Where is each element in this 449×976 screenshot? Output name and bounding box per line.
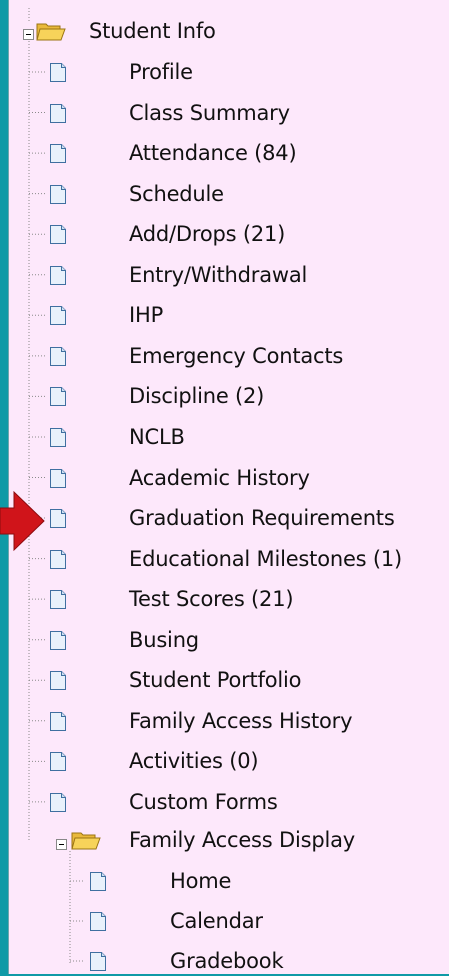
tree-item-label: Emergency Contacts — [129, 343, 344, 368]
tree-item-test-scores[interactable]: Test Scores (21) — [129, 585, 294, 613]
document-page-icon — [49, 103, 67, 124]
tree-item-label: Class Summary — [129, 100, 290, 125]
tree-item-label: Calendar — [170, 909, 263, 933]
tree-item-gradebook[interactable]: Gradebook — [170, 947, 284, 975]
tree-item-label: Busing — [129, 627, 199, 652]
tree-item-label: Schedule — [129, 181, 224, 206]
document-page-icon — [49, 589, 67, 610]
navigation-tree-panel: Student Info Profile Class Summary Attenda… — [8, 0, 449, 974]
pointer-arrow-icon — [0, 490, 45, 552]
document-page-icon — [49, 670, 67, 691]
tree-item-label: Home — [170, 869, 232, 893]
document-page-icon — [49, 751, 67, 772]
document-page-icon — [49, 346, 67, 367]
collapse-toggle-icon[interactable] — [23, 25, 34, 40]
tree-item-label: Profile — [129, 60, 193, 84]
tree-item-label: Graduation Requirements — [129, 506, 395, 531]
tree-item-label: Student Portfolio — [129, 668, 302, 693]
document-page-icon — [49, 549, 67, 570]
document-page-icon — [49, 265, 67, 286]
folder-open-icon — [36, 20, 66, 42]
folder-open-icon — [71, 829, 101, 851]
tree-item-class-summary[interactable]: Class Summary — [129, 99, 290, 127]
document-page-icon — [49, 630, 67, 651]
document-page-icon — [49, 143, 67, 164]
tree-item-entry-withdrawal[interactable]: Entry/Withdrawal — [129, 261, 307, 289]
tree-node-family-access-display[interactable]: Family Access Display — [129, 826, 355, 854]
document-page-icon — [49, 184, 67, 205]
tree-item-home[interactable]: Home — [170, 867, 231, 895]
tree-item-graduation-requirements[interactable]: Graduation Requirements — [129, 504, 395, 532]
tree-item-family-access-history[interactable]: Family Access History — [129, 707, 353, 735]
tree-item-busing[interactable]: Busing — [129, 626, 199, 654]
document-page-icon — [49, 62, 67, 83]
tree-item-label: Add/Drops (21) — [129, 222, 286, 247]
document-page-icon — [49, 508, 67, 529]
tree-item-label: IHP — [129, 303, 164, 328]
tree-item-label: Test Scores (21) — [129, 587, 294, 612]
tree-item-label: Entry/Withdrawal — [129, 262, 308, 287]
tree-item-nclb[interactable]: NCLB — [129, 423, 185, 451]
tree-item-calendar[interactable]: Calendar — [170, 907, 263, 935]
tree-node-label: Family Access Display — [129, 828, 356, 852]
tree-item-label: Custom Forms — [129, 789, 278, 814]
document-page-icon — [89, 951, 107, 972]
tree-item-label: Discipline (2) — [129, 384, 265, 409]
tree-item-student-portfolio[interactable]: Student Portfolio — [129, 666, 302, 694]
document-page-icon — [49, 305, 67, 326]
tree-item-add-drops[interactable]: Add/Drops (21) — [129, 220, 285, 248]
tree-item-label: Attendance (84) — [129, 141, 297, 166]
document-page-icon — [89, 871, 107, 892]
tree-node-student-info[interactable]: Student Info — [89, 17, 216, 45]
document-page-icon — [49, 792, 67, 813]
collapse-toggle-icon[interactable] — [56, 835, 67, 850]
tree-node-label: Student Info — [89, 19, 216, 43]
tree-item-profile[interactable]: Profile — [129, 58, 193, 86]
document-page-icon — [49, 224, 67, 245]
tree-item-discipline[interactable]: Discipline (2) — [129, 382, 264, 410]
tree-item-ihp[interactable]: IHP — [129, 301, 163, 329]
document-page-icon — [89, 911, 107, 932]
tree-item-activities[interactable]: Activities (0) — [129, 747, 259, 775]
tree-item-label: Academic History — [129, 465, 310, 490]
tree-item-academic-history[interactable]: Academic History — [129, 464, 310, 492]
tree-item-label: NCLB — [129, 424, 185, 449]
tree-item-attendance[interactable]: Attendance (84) — [129, 139, 297, 167]
tree-item-label: Activities (0) — [129, 749, 259, 774]
tree-item-schedule[interactable]: Schedule — [129, 180, 224, 208]
document-page-icon — [49, 427, 67, 448]
tree-item-emergency-contacts[interactable]: Emergency Contacts — [129, 342, 343, 370]
document-page-icon — [49, 468, 67, 489]
tree-item-label: Educational Milestones (1) — [129, 546, 403, 571]
document-page-icon — [49, 711, 67, 732]
tree-item-label: Family Access History — [129, 708, 353, 733]
document-page-icon — [49, 386, 67, 407]
tree-item-label: Gradebook — [170, 949, 284, 973]
tree-item-custom-forms[interactable]: Custom Forms — [129, 788, 278, 816]
tree-item-educational-milestones[interactable]: Educational Milestones (1) — [129, 545, 402, 573]
